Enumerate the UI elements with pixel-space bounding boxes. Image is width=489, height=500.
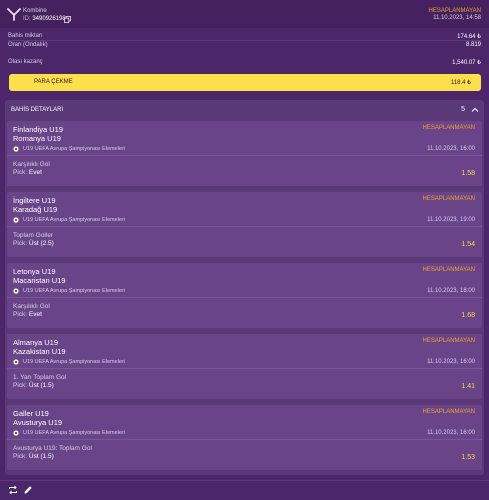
bet-status: HESAPLANMAYAN xyxy=(422,409,475,415)
bet-odds: 1.58 xyxy=(461,170,475,177)
bet-status: HESAPLANMAYAN xyxy=(422,125,475,131)
bet-card[interactable]: Letonya U19 Macaristan U19 HESAPLANMAYAN… xyxy=(7,263,482,328)
divider xyxy=(7,368,482,369)
coupon-type: Kombine xyxy=(23,8,47,14)
y-logo-icon xyxy=(7,8,21,21)
coupon-id-prefix: ID: xyxy=(23,16,31,22)
match-date: 11.10.2023, 16:00 xyxy=(427,430,475,436)
away-team: Romanya U19 xyxy=(13,134,61,143)
stake-value: 174.64 ₺ xyxy=(457,34,481,40)
pencil-icon[interactable] xyxy=(23,485,33,495)
bet-odds: 1.68 xyxy=(461,312,475,319)
bet-odds: 1.54 xyxy=(461,241,475,248)
pick-value: Üst (1.5) xyxy=(28,453,54,460)
coupon-status: HESAPLANMAYAN xyxy=(428,8,481,14)
bet-card[interactable]: Galler U19 Avusturya U19 HESAPLANMAYAN U… xyxy=(7,405,482,470)
market-name: Karşılıklı Gol xyxy=(13,161,50,168)
away-team: Avusturya U19 xyxy=(13,418,63,427)
bet-odds: 1.53 xyxy=(461,454,475,461)
league-name: U19 UEFA Avrupa Şampiyonası Elemeleri xyxy=(23,430,126,436)
home-team: Galler U19 xyxy=(13,409,49,418)
odds-row: Oran (Ondalık) 8.819 xyxy=(8,42,481,52)
bet-status: HESAPLANMAYAN xyxy=(422,196,475,202)
away-team: Macaristan U19 xyxy=(13,276,66,285)
market-name: Toplam Goller xyxy=(13,232,54,239)
coupon-id: 3490926198 xyxy=(32,16,66,22)
odds-label: Oran (Ondalık) xyxy=(8,42,48,48)
home-team: Almanya U19 xyxy=(13,338,59,347)
soccer-ball-icon xyxy=(13,430,19,436)
divider xyxy=(7,439,482,440)
market-name: 1. Yarı Toplam Gol xyxy=(13,374,67,381)
bet-status: HESAPLANMAYAN xyxy=(422,338,475,344)
away-team: Karadağ U19 xyxy=(13,205,58,214)
match-date: 11.10.2023, 16:00 xyxy=(427,359,475,365)
divider xyxy=(8,40,481,41)
bet-odds: 1.41 xyxy=(461,383,475,390)
match-date: 11.10.2023, 18:00 xyxy=(427,288,475,294)
divider xyxy=(7,297,482,298)
pick-label: Pick: xyxy=(13,169,28,176)
divider xyxy=(7,226,482,227)
league-name: U19 UEFA Avrupa Şampiyonası Elemeleri xyxy=(23,217,126,223)
bet-count: 5 xyxy=(461,106,465,113)
stake-label: Bahis miktarı xyxy=(8,33,43,39)
repeat-icon[interactable] xyxy=(8,485,18,495)
divider xyxy=(0,480,489,481)
soccer-ball-icon xyxy=(13,146,19,152)
odds-value: 8.819 xyxy=(465,42,481,48)
league-name: U19 UEFA Avrupa Şampiyonası Elemeleri xyxy=(23,359,126,365)
bet-card[interactable]: Almanya U19 Kazakistan U19 HESAPLANMAYAN… xyxy=(7,334,482,399)
potential-win-label: Olası kazanç xyxy=(8,59,43,65)
pick-value: Üst (2.5) xyxy=(28,240,54,247)
bet-status: HESAPLANMAYAN xyxy=(422,267,475,273)
cashout-amount: 118.4 ₺ xyxy=(450,80,471,86)
pick-value: Evet xyxy=(28,169,42,176)
home-team: Finlandiya U19 xyxy=(13,125,64,134)
pick-line: Pick: Üst (1.5) xyxy=(13,382,54,389)
pick-label: Pick: xyxy=(13,453,28,460)
league-name: U19 UEFA Avrupa Şampiyonası Elemeleri xyxy=(23,146,126,152)
soccer-ball-icon xyxy=(13,359,19,365)
potential-win-value: 1,540.07 ₺ xyxy=(452,60,481,66)
coupon-header: Kombine ID: 3490926198 HESAPLANMAYAN 11.… xyxy=(0,0,489,28)
cashout-button[interactable]: PARA ÇEKME 118.4 ₺ xyxy=(9,74,481,91)
away-team: Kazakistan U19 xyxy=(13,347,66,356)
pick-line: Pick: Evet xyxy=(13,311,42,318)
market-name: Karşılıklı Gol xyxy=(13,303,50,310)
bet-details-title: BAHİS DETAYLARI xyxy=(11,107,64,113)
bet-card[interactable]: İngiltere U19 Karadağ U19 HESAPLANMAYAN … xyxy=(7,192,482,257)
copy-icon[interactable] xyxy=(64,16,71,23)
pick-value: Üst (1.5) xyxy=(28,382,54,389)
soccer-ball-icon xyxy=(13,217,19,223)
coupon-id-line: ID: 3490926198 xyxy=(23,16,66,22)
home-team: İngiltere U19 xyxy=(13,196,56,205)
match-date: 11.10.2023, 16:00 xyxy=(427,146,475,152)
cashout-label: PARA ÇEKME xyxy=(34,79,73,85)
chevron-up-icon[interactable] xyxy=(471,106,479,114)
pick-line: Pick: Üst (2.5) xyxy=(13,240,54,247)
pick-label: Pick: xyxy=(13,311,28,318)
home-team: Letonya U19 xyxy=(13,267,56,276)
league-name: U19 UEFA Avrupa Şampiyonası Elemeleri xyxy=(23,288,126,294)
pick-line: Pick: Evet xyxy=(13,169,42,176)
divider xyxy=(7,155,482,156)
bet-card[interactable]: Finlandiya U19 Romanya U19 HESAPLANMAYAN… xyxy=(7,121,482,186)
match-date: 11.10.2023, 19:00 xyxy=(427,217,475,223)
soccer-ball-icon xyxy=(13,288,19,294)
pick-line: Pick: Üst (1.5) xyxy=(13,453,54,460)
potential-win-row: Olası kazanç 1,540.07 ₺ xyxy=(8,59,481,69)
pick-value: Evet xyxy=(28,311,42,318)
coupon-date: 11.10.2023, 14:58 xyxy=(433,15,481,21)
market-name: Avusturya U19: Toplam Gol xyxy=(13,445,92,452)
pick-label: Pick: xyxy=(13,382,28,389)
pick-label: Pick: xyxy=(13,240,28,247)
